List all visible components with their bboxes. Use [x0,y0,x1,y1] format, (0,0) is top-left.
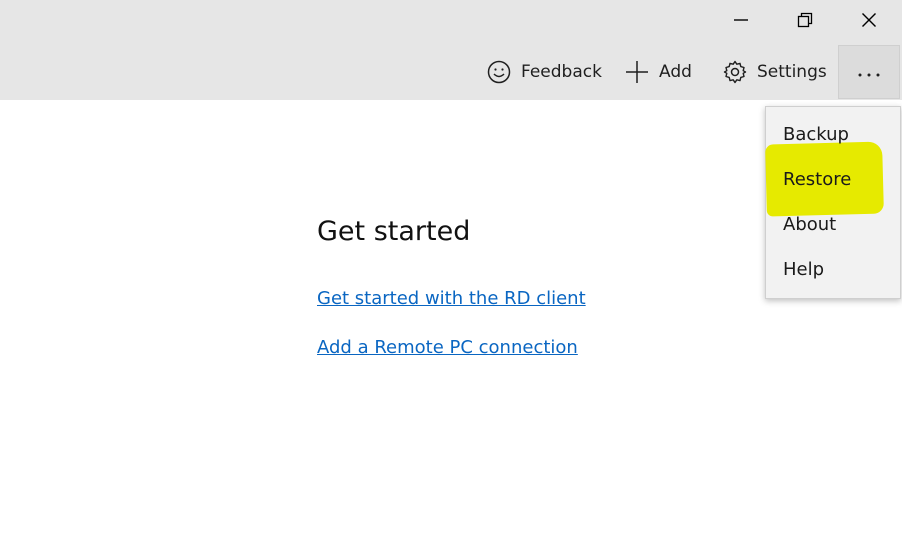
add-remote-pc-link[interactable]: Add a Remote PC connection [317,337,578,358]
gear-icon [723,60,747,84]
add-button[interactable]: Add [625,48,692,96]
more-options-menu: Backup Restore About Help [765,106,901,299]
command-bar: Feedback Add Settings [0,0,902,100]
close-icon [861,12,877,32]
more-options-button[interactable] [838,45,900,99]
settings-label: Settings [757,62,827,82]
ellipsis-icon [857,63,881,82]
restore-icon [797,12,813,32]
feedback-button[interactable]: Feedback [487,48,602,96]
menu-item-restore[interactable]: Restore [783,169,851,190]
plus-icon [625,60,649,84]
get-started-rd-client-link[interactable]: Get started with the RD client [317,288,586,309]
menu-item-about[interactable]: About [783,214,836,235]
minimize-button[interactable] [709,0,773,44]
smiley-icon [487,60,511,84]
menu-item-help[interactable]: Help [783,259,824,280]
page-title: Get started [317,216,471,247]
app-window: Feedback Add Settings Get started Get st… [0,0,902,540]
close-button[interactable] [837,0,901,44]
feedback-label: Feedback [521,62,602,82]
restore-button[interactable] [773,0,837,44]
minimize-icon [733,12,749,32]
add-label: Add [659,62,692,82]
menu-item-backup[interactable]: Backup [783,124,849,145]
settings-button[interactable]: Settings [723,48,827,96]
